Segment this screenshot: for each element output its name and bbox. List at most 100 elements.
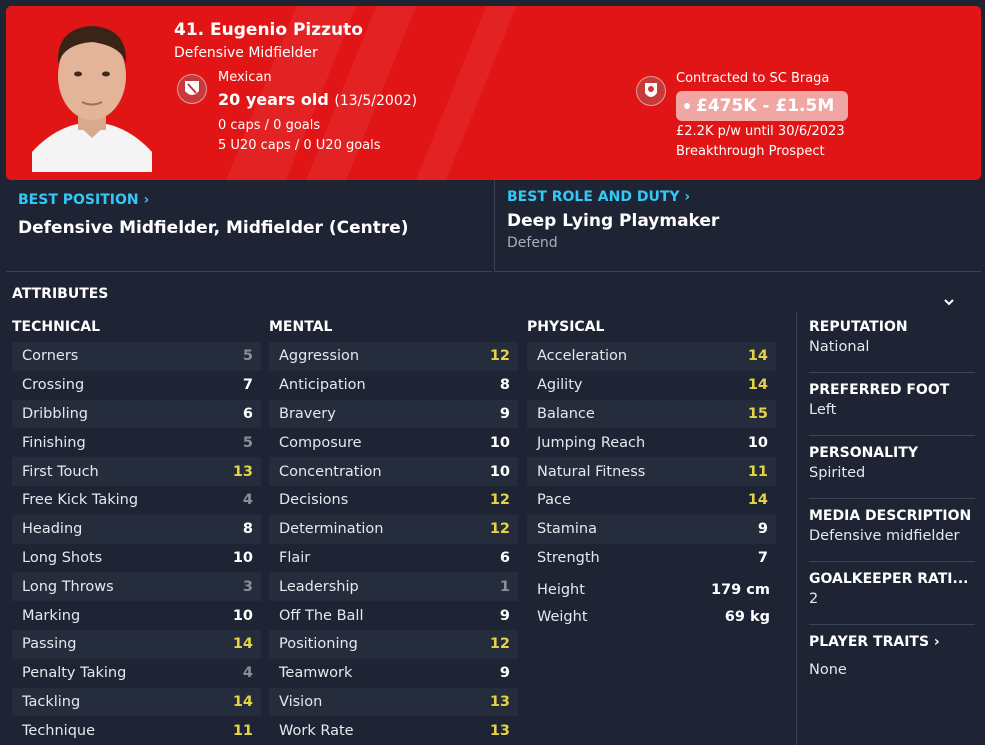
attribute-row[interactable]: Stamina 9 [527,514,776,544]
player-age: 20 years old (13/5/2002) [218,90,418,109]
attribute-value: 14 [747,377,768,394]
attribute-value: 14 [232,636,253,653]
attribute-row[interactable]: Free Kick Taking 4 [12,486,261,515]
height-row: Height 179 cm [537,581,770,598]
attribute-row[interactable]: Composure 10 [269,428,518,457]
attribute-row[interactable]: First Touch 13 [12,457,261,486]
attribute-name: Long Shots [22,549,103,566]
attribute-value: 7 [757,549,768,566]
nation-badge-icon[interactable] [177,74,207,104]
attribute-row[interactable]: Crossing 7 [12,371,261,400]
attribute-value: 14 [747,348,768,365]
best-role-value: Deep Lying Playmaker [507,211,720,231]
mental-attributes: Aggression 12 Anticipation 8 Bravery 9 Composu… [269,342,518,745]
best-position-link[interactable]: BEST POSITION › [18,192,149,208]
attribute-row[interactable]: Marking 10 [12,601,261,630]
chevron-down-icon[interactable] [942,294,956,308]
attribute-value: 7 [242,377,253,394]
attribute-name: Balance [537,405,595,422]
attribute-name: Finishing [22,434,86,451]
best-role-panel: BEST ROLE AND DUTY › Deep Lying Playmake… [494,180,981,272]
attribute-name: Stamina [537,521,598,538]
value-badge[interactable]: £475K - £1.5M [676,91,849,121]
attribute-value: 4 [242,492,253,509]
player-name: 41. Eugenio Pizzuto [174,20,363,40]
attribute-value: 10 [232,607,253,624]
attribute-value: 5 [242,434,253,451]
reputation: REPUTATION National [809,319,908,355]
attribute-name: Passing [22,636,77,653]
attribute-row[interactable]: Heading 8 [12,514,261,544]
attribute-row[interactable]: Agility 14 [527,371,776,400]
attribute-row[interactable]: Anticipation 8 [269,371,518,400]
attribute-name: Work Rate [279,722,354,739]
preferred-foot: PREFERRED FOOT Left [809,382,950,418]
attribute-row[interactable]: Pace 14 [527,486,776,515]
best-role-link[interactable]: BEST ROLE AND DUTY › [507,189,690,205]
attribute-value: 4 [242,665,253,682]
attribute-name: Tackling [22,693,81,710]
player-traits-link[interactable]: PLAYER TRAITS › [809,634,975,650]
attribute-row[interactable]: Natural Fitness 11 [527,457,776,486]
attribute-row[interactable]: Corners 5 [12,342,261,371]
attribute-name: Marking [22,607,81,624]
attribute-name: Flair [279,549,311,566]
attribute-row[interactable]: Teamwork 9 [269,659,518,688]
player-traits: PLAYER TRAITS › None [809,634,975,678]
attribute-value: 9 [499,607,510,624]
attribute-row[interactable]: Acceleration 14 [527,342,776,371]
attribute-name: Agility [537,377,583,394]
attribute-row[interactable]: Vision 13 [269,687,518,717]
attribute-value: 14 [747,492,768,509]
attribute-name: Pace [537,492,571,509]
player-photo [32,12,152,172]
attribute-row[interactable]: Balance 15 [527,399,776,429]
attribute-row[interactable]: Work Rate 13 [269,716,518,745]
attribute-row[interactable]: Strength 7 [527,544,776,573]
attribute-row[interactable]: Passing 14 [12,629,261,659]
attribute-row[interactable]: Jumping Reach 10 [527,428,776,457]
wage-info: £2.2K p/w until 30/6/2023 Breakthrough P… [676,122,845,162]
attribute-row[interactable]: Tackling 14 [12,687,261,717]
attribute-row[interactable]: Positioning 12 [269,629,518,659]
caps-info: 0 caps / 0 goals 5 U20 caps / 0 U20 goal… [218,118,381,153]
attribute-name: Positioning [279,636,358,653]
attribute-value: 12 [489,521,510,538]
best-position-value: Defensive Midfielder, Midfielder (Centre… [18,218,409,238]
attribute-row[interactable]: Bravery 9 [269,399,518,429]
attribute-name: Acceleration [537,348,628,365]
attribute-row[interactable]: Determination 12 [269,514,518,544]
best-position-panel: BEST POSITION › Defensive Midfielder, Mi… [6,180,492,272]
attribute-row[interactable]: Flair 6 [269,544,518,573]
attribute-row[interactable]: Dribbling 6 [12,399,261,429]
attribute-row[interactable]: Penalty Taking 4 [12,659,261,688]
attribute-value: 13 [489,722,510,739]
media-description: MEDIA DESCRIPTION Defensive midfielder [809,508,972,544]
attribute-row[interactable]: Decisions 12 [269,486,518,515]
attribute-row[interactable]: Technique 11 [12,716,261,745]
attribute-row[interactable]: Concentration 10 [269,457,518,486]
attribute-row[interactable]: Long Shots 10 [12,544,261,573]
nationality[interactable]: Mexican [218,70,272,85]
attribute-value: 10 [747,434,768,451]
attribute-name: Corners [22,348,79,365]
attribute-value: 9 [499,405,510,422]
attribute-name: Long Throws [22,578,114,595]
contract-club[interactable]: Contracted to SC Braga [676,71,829,86]
goalkeeper-rating: GOALKEEPER RATI... 2 [809,571,969,607]
attribute-name: Natural Fitness [537,463,646,480]
attribute-value: 8 [242,521,253,538]
attribute-row[interactable]: Leadership 1 [269,572,518,602]
attribute-name: Teamwork [279,665,353,682]
attribute-row[interactable]: Off The Ball 9 [269,601,518,630]
attribute-value: 15 [747,405,768,422]
attribute-value: 10 [232,549,253,566]
attribute-row[interactable]: Finishing 5 [12,428,261,457]
club-badge-icon[interactable] [636,76,666,106]
technical-attributes: Corners 5 Crossing 7 Dribbling 6 Finishing 5 Fir… [12,342,261,745]
prospect-status: Breakthrough Prospect [676,144,825,159]
attribute-value: 12 [489,492,510,509]
player-header: 41. Eugenio Pizzuto Defensive Midfielder… [6,6,981,180]
attribute-row[interactable]: Long Throws 3 [12,572,261,602]
attribute-row[interactable]: Aggression 12 [269,342,518,371]
